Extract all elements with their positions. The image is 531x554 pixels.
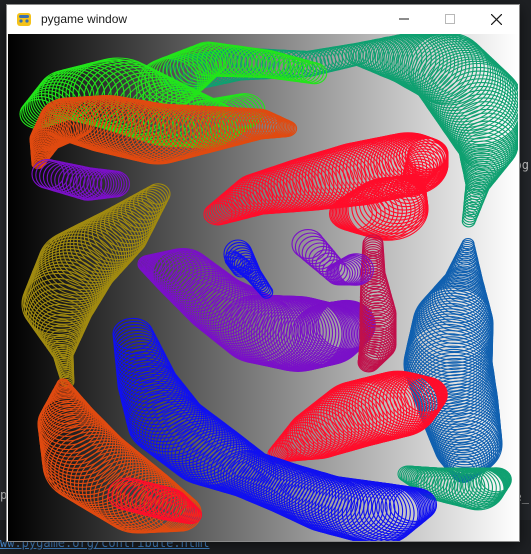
maximize-icon xyxy=(445,14,455,24)
minimize-button[interactable] xyxy=(381,5,427,33)
window-title: pygame window xyxy=(41,12,128,26)
maximize-button[interactable] xyxy=(427,5,473,33)
close-icon xyxy=(490,13,502,25)
minimize-icon xyxy=(399,18,409,20)
title-bar[interactable]: pygame window xyxy=(7,5,519,33)
pygame-snake-icon xyxy=(17,13,31,26)
pygame-canvas[interactable] xyxy=(8,34,518,541)
pygame-window[interactable]: pygame window xyxy=(6,4,520,542)
close-button[interactable] xyxy=(473,5,519,33)
spiral-artwork xyxy=(8,34,518,541)
window-controls xyxy=(381,5,519,33)
